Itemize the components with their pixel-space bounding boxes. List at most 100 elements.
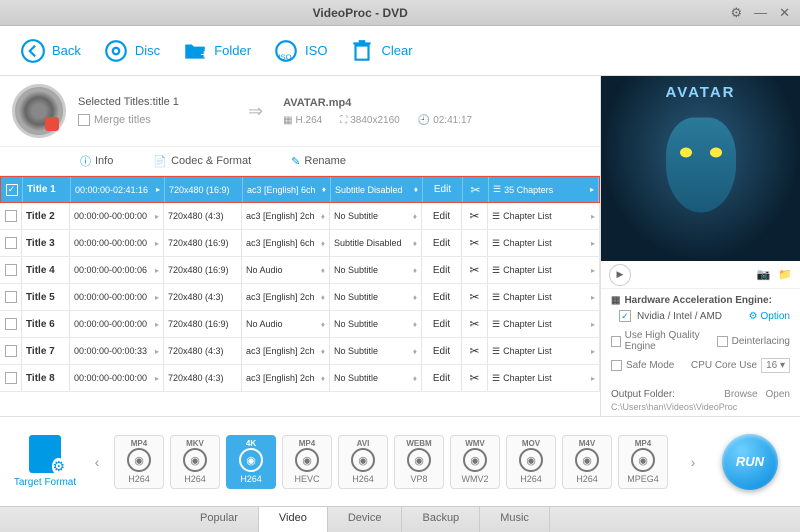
edit-button[interactable]: Edit (422, 311, 462, 337)
chapter-button[interactable]: ☰ Chapter List ▸ (488, 365, 600, 391)
title-subtitle[interactable]: No Subtitle♦ (330, 284, 422, 310)
cut-icon[interactable]: ✂ (462, 338, 488, 364)
open-folder-icon[interactable]: 📁 (778, 268, 792, 281)
format-option[interactable]: MOV◉H264 (506, 435, 556, 489)
merge-checkbox[interactable] (78, 114, 90, 126)
title-audio[interactable]: ac3 [English] 6ch♦ (243, 177, 331, 202)
format-option[interactable]: MP4◉MPEG4 (618, 435, 668, 489)
format-option[interactable]: WMV◉WMV2 (450, 435, 500, 489)
title-name: Title 2 (22, 203, 70, 229)
minimize-button[interactable]: — (754, 5, 767, 21)
formats-prev[interactable]: ‹ (88, 454, 106, 470)
hw-option-button[interactable]: ⚙ Option (749, 311, 790, 322)
title-subtitle[interactable]: No Subtitle♦ (330, 257, 422, 283)
title-audio[interactable]: No Audio♦ (242, 257, 330, 283)
title-audio[interactable]: No Audio♦ (242, 311, 330, 337)
folder-button[interactable]: +Folder (182, 38, 251, 64)
category-tab[interactable]: Backup (402, 507, 480, 532)
title-subtitle[interactable]: No Subtitle♦ (330, 338, 422, 364)
chapter-button[interactable]: ☰ Chapter List ▸ (488, 257, 600, 283)
info-action[interactable]: ⓘInfo (80, 153, 113, 169)
category-tab[interactable]: Popular (180, 507, 259, 532)
format-option[interactable]: MKV◉H264 (170, 435, 220, 489)
title-subtitle[interactable]: No Subtitle♦ (330, 365, 422, 391)
chapter-button[interactable]: ☰ Chapter List ▸ (488, 284, 600, 310)
category-tab[interactable]: Video (259, 507, 328, 532)
back-button[interactable]: Back (20, 38, 81, 64)
edit-button[interactable]: Edit (422, 284, 462, 310)
chapter-button[interactable]: ☰ Chapter List ▸ (488, 338, 600, 364)
title-audio[interactable]: ac3 [English] 6ch♦ (242, 230, 330, 256)
cut-icon[interactable]: ✂ (462, 203, 488, 229)
title-subtitle[interactable]: Subtitle Disabled♦ (331, 177, 423, 202)
category-tab[interactable]: Device (328, 507, 403, 532)
title-checkbox[interactable] (5, 345, 17, 357)
format-option[interactable]: MP4◉H264 (114, 435, 164, 489)
hq-checkbox[interactable] (611, 336, 621, 347)
cut-icon[interactable]: ✂ (462, 284, 488, 310)
codec-action[interactable]: 📄Codec & Format (153, 153, 251, 169)
chapter-button[interactable]: ☰ 35 Chapters ▸ (489, 177, 599, 202)
format-option[interactable]: 4K◉H264 (226, 435, 276, 489)
title-audio[interactable]: ac3 [English] 2ch♦ (242, 284, 330, 310)
cut-icon[interactable]: ✂ (462, 311, 488, 337)
titlebar: VideoProc - DVD ⚙ — ✕ (0, 0, 800, 26)
title-checkbox[interactable] (5, 210, 17, 222)
cut-icon[interactable]: ✂ (463, 177, 489, 202)
settings-icon[interactable]: ⚙ (730, 5, 742, 21)
title-checkbox[interactable]: ✓ (6, 184, 18, 196)
clear-button[interactable]: Clear (349, 38, 412, 64)
disc-button[interactable]: Disc (103, 38, 160, 64)
title-checkbox[interactable] (5, 372, 17, 384)
format-option[interactable]: AVI◉H264 (338, 435, 388, 489)
title-row[interactable]: Title 600:00:00-00:00:00 ▸720x480 (16:9)… (0, 311, 600, 338)
title-row[interactable]: Title 300:00:00-00:00:00 ▸720x480 (16:9)… (0, 230, 600, 257)
title-row[interactable]: Title 200:00:00-00:00:00 ▸720x480 (4:3)a… (0, 203, 600, 230)
iso-button[interactable]: ISOISO (273, 38, 327, 64)
edit-button[interactable]: Edit (423, 177, 463, 202)
title-audio[interactable]: ac3 [English] 2ch♦ (242, 203, 330, 229)
title-row[interactable]: ✓Title 100:00:00-02:41:16 ▸720x480 (16:9… (0, 176, 600, 203)
deint-checkbox[interactable] (717, 336, 728, 347)
edit-button[interactable]: Edit (422, 338, 462, 364)
title-row[interactable]: Title 500:00:00-00:00:00 ▸720x480 (4:3)a… (0, 284, 600, 311)
hw-engine-checkbox[interactable]: ✓ (619, 310, 631, 322)
format-option[interactable]: WEBM◉VP8 (394, 435, 444, 489)
core-select[interactable]: 16 ▾ (761, 358, 790, 373)
edit-button[interactable]: Edit (422, 365, 462, 391)
edit-button[interactable]: Edit (422, 257, 462, 283)
title-checkbox[interactable] (5, 291, 17, 303)
chapter-button[interactable]: ☰ Chapter List ▸ (488, 230, 600, 256)
run-button[interactable]: RUN (722, 434, 778, 490)
format-option[interactable]: MP4◉HEVC (282, 435, 332, 489)
rename-action[interactable]: ✎Rename (291, 153, 346, 169)
edit-button[interactable]: Edit (422, 203, 462, 229)
title-audio[interactable]: ac3 [English] 2ch♦ (242, 365, 330, 391)
safe-checkbox[interactable] (611, 360, 622, 371)
open-button[interactable]: Open (766, 389, 790, 400)
browse-button[interactable]: Browse (724, 389, 757, 400)
title-checkbox[interactable] (5, 318, 17, 330)
title-audio[interactable]: ac3 [English] 2ch♦ (242, 338, 330, 364)
edit-button[interactable]: Edit (422, 230, 462, 256)
category-tab[interactable]: Music (480, 507, 550, 532)
title-row[interactable]: Title 400:00:00-00:00:06 ▸720x480 (16:9)… (0, 257, 600, 284)
close-button[interactable]: ✕ (779, 5, 790, 21)
title-subtitle[interactable]: No Subtitle♦ (330, 203, 422, 229)
cut-icon[interactable]: ✂ (462, 230, 488, 256)
formats-next[interactable]: › (684, 454, 702, 470)
title-row[interactable]: Title 700:00:00-00:00:33 ▸720x480 (4:3)a… (0, 338, 600, 365)
cut-icon[interactable]: ✂ (462, 257, 488, 283)
format-option[interactable]: M4V◉H264 (562, 435, 612, 489)
title-checkbox[interactable] (5, 237, 17, 249)
chapter-button[interactable]: ☰ Chapter List ▸ (488, 203, 600, 229)
title-checkbox[interactable] (5, 264, 17, 276)
play-button[interactable]: ▶ (609, 264, 631, 286)
chapter-button[interactable]: ☰ Chapter List ▸ (488, 311, 600, 337)
title-subtitle[interactable]: No Subtitle♦ (330, 311, 422, 337)
cut-icon[interactable]: ✂ (462, 365, 488, 391)
snapshot-icon[interactable]: 📷 (757, 268, 771, 281)
target-format[interactable]: Target Format (10, 435, 80, 488)
title-subtitle[interactable]: Subtitle Disabled♦ (330, 230, 422, 256)
title-row[interactable]: Title 800:00:00-00:00:00 ▸720x480 (4:3)a… (0, 365, 600, 392)
